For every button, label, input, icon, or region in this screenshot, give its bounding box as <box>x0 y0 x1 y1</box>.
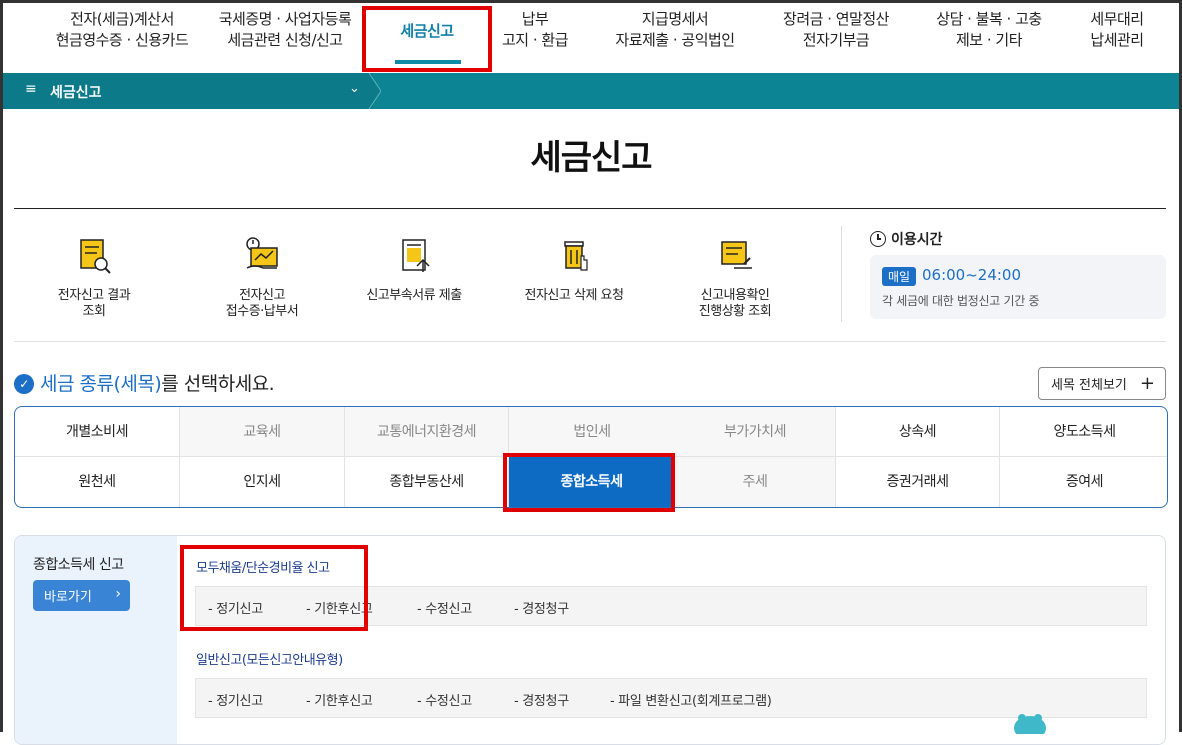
select-tax-heading-highlight: 세금 종류(세목) <box>40 373 162 395</box>
nav-item-certificate[interactable]: 국세증명 · 사업자등록 세금관련 신청/신고 <box>210 9 360 51</box>
service-hours-label: 이용시간 <box>891 232 943 248</box>
breadcrumb-dropdown[interactable]: ≡ 세금신고 ⌄ <box>3 73 373 109</box>
page-title: 세금신고 <box>530 138 652 178</box>
nav-item-line2: 납세관리 <box>1090 31 1144 49</box>
tax-type-option[interactable]: 양도소득세 <box>1000 407 1167 457</box>
tax-type-option[interactable]: 부가가치세 <box>675 407 836 457</box>
clock-icon <box>870 231 886 247</box>
tax-type-option[interactable]: 증여세 <box>1000 457 1167 507</box>
tax-type-option[interactable]: 주세 <box>675 457 836 507</box>
quick-menu-delete-request[interactable]: 전자신고 삭제 요청 <box>499 234 649 304</box>
quick-menu-receipt[interactable]: 전자신고 접수증·납부서 <box>187 234 337 320</box>
link-regular-return[interactable]: - 정기신고 <box>208 690 263 709</box>
tax-type-option[interactable]: 종합부동산세 <box>345 457 509 507</box>
group-title-general-return: 일반신고(모든신고안내유형) <box>196 653 343 668</box>
nav-item-incentive[interactable]: 장려금 · 연말정산 전자기부금 <box>769 9 903 51</box>
tax-type-option[interactable]: 법인세 <box>509 407 675 457</box>
top-navigation: 전자(세금)계산서 현금영수증 · 신용카드 국세증명 · 사업자등록 세금관련… <box>3 3 1179 73</box>
link-amended-return[interactable]: - 수정신고 <box>417 598 472 617</box>
highlight-box-tax-return-tab <box>362 6 492 72</box>
quick-menu-label: 전자신고 삭제 요청 <box>524 288 624 303</box>
chatbot-mascot-icon[interactable] <box>1010 710 1050 734</box>
nav-item-payment[interactable]: 납부 고지 · 환급 <box>490 9 580 51</box>
panel-sidebar: 종합소득세 신고 바로가기 › <box>15 536 177 744</box>
menu-icon: ≡ <box>25 81 37 97</box>
tax-type-option[interactable]: 개별소비세 <box>15 407 180 457</box>
select-tax-heading-rest: 를 선택하세요. <box>161 373 275 395</box>
nav-item-line2: 현금영수증 · 신용카드 <box>55 31 189 49</box>
document-check-icon <box>721 241 752 269</box>
quick-menu-label: 진행상황 조회 <box>698 304 772 319</box>
nav-item-line1: 국세증명 · 사업자등록 <box>218 10 352 28</box>
highlight-box-selected-tax <box>503 453 675 512</box>
tax-type-option[interactable]: 상속세 <box>836 407 1000 457</box>
quick-menu-label: 조회 <box>82 304 106 319</box>
view-all-tax-label: 세목 전체보기 <box>1051 378 1127 393</box>
tax-type-option[interactable]: 인지세 <box>180 457 345 507</box>
select-tax-heading: ✓ 세금 종류(세목)를 선택하세요. <box>14 369 275 396</box>
title-divider <box>14 208 1166 209</box>
nav-item-line1: 납부 <box>521 10 549 28</box>
nav-item-line1: 전자(세금)계산서 <box>70 10 174 28</box>
service-hours-title: 이용시간 <box>870 229 943 249</box>
nav-item-line2: 전자기부금 <box>802 31 870 49</box>
service-hours-note: 각 세금에 대한 법정신고 기간 중 <box>882 294 1040 308</box>
link-file-conversion-return[interactable]: - 파일 변환신고(회계프로그램) <box>610 690 772 709</box>
document-upload-icon <box>402 239 430 272</box>
document-search-icon <box>80 239 111 274</box>
quick-menu-result-inquiry[interactable]: 전자신고 결과 조회 <box>19 234 169 320</box>
quick-menu-label: 전자신고 결과 <box>57 288 131 303</box>
panel-title: 종합소득세 신고 <box>33 557 124 573</box>
quick-menu-label: 신고부속서류 제출 <box>366 288 462 303</box>
nav-item-line1: 상담 · 불복 · 고충 <box>936 10 1042 28</box>
link-amended-return[interactable]: - 수정신고 <box>417 690 472 709</box>
chevron-right-icon: › <box>115 586 121 602</box>
quick-menu-label: 전자신고 <box>239 288 285 303</box>
receipt-chart-icon <box>246 237 278 269</box>
view-all-tax-button[interactable]: 세목 전체보기 + <box>1038 367 1166 400</box>
divider <box>841 226 842 322</box>
quick-menu-status-inquiry[interactable]: 신고내용확인 진행상황 조회 <box>660 234 810 320</box>
tax-type-option[interactable]: 증권거래세 <box>836 457 1000 507</box>
tax-type-option[interactable]: 교통에너지환경세 <box>345 407 509 457</box>
nav-item-tax-agent[interactable]: 세무대리 납세관리 <box>1075 9 1159 51</box>
tax-type-option[interactable]: 원천세 <box>15 457 180 507</box>
nav-item-consulting[interactable]: 상담 · 불복 · 고충 제보 · 기타 <box>921 9 1057 51</box>
plus-icon: + <box>1139 373 1155 394</box>
nav-item-line1: 세무대리 <box>1090 10 1144 28</box>
link-row-general-return: - 정기신고 - 기한후신고 - 수정신고 - 경정청구 - 파일 변환신고(회… <box>195 678 1147 718</box>
tax-type-option[interactable]: 교육세 <box>180 407 345 457</box>
breadcrumb-separator-icon <box>365 73 381 109</box>
goto-button[interactable]: 바로가기 › <box>33 580 130 611</box>
breadcrumb-label: 세금신고 <box>50 85 102 101</box>
trash-delete-icon <box>564 241 588 271</box>
service-hours-time: 06:00~24:00 <box>922 266 1022 284</box>
quick-menu-document-submit[interactable]: 신고부속서류 제출 <box>339 234 489 304</box>
chevron-down-icon: ⌄ <box>349 81 360 96</box>
link-late-return[interactable]: - 기한후신고 <box>306 690 373 709</box>
nav-item-line1: 지급명세서 <box>641 10 709 28</box>
nav-item-line2: 자료제출 · 공익법인 <box>615 31 735 49</box>
breadcrumb: ≡ 세금신고 ⌄ <box>3 73 1179 109</box>
quick-menu-label: 신고내용확인 <box>700 288 770 303</box>
link-correction-claim[interactable]: - 경정청구 <box>514 690 569 709</box>
link-correction-claim[interactable]: - 경정청구 <box>514 598 569 617</box>
quick-menu-label: 접수증·납부서 <box>225 304 299 319</box>
nav-item-line2: 고지 · 환급 <box>501 31 569 49</box>
nav-item-payment-statement[interactable]: 지급명세서 자료제출 · 공익법인 <box>600 9 750 51</box>
nav-item-line2: 제보 · 기타 <box>955 31 1023 49</box>
nav-item-line1: 장려금 · 연말정산 <box>783 10 889 28</box>
check-circle-icon: ✓ <box>14 374 34 394</box>
nav-item-e-invoice[interactable]: 전자(세금)계산서 현금영수증 · 신용카드 <box>41 9 203 51</box>
highlight-box-simple-return <box>180 545 368 631</box>
section-divider <box>14 341 1166 342</box>
goto-button-label: 바로가기 <box>44 590 92 605</box>
service-hours-box: 매일 06:00~24:00 각 세금에 대한 법정신고 기간 중 <box>870 255 1166 319</box>
nav-item-line2: 세금관련 신청/신고 <box>227 31 343 49</box>
daily-badge: 매일 <box>882 267 917 286</box>
